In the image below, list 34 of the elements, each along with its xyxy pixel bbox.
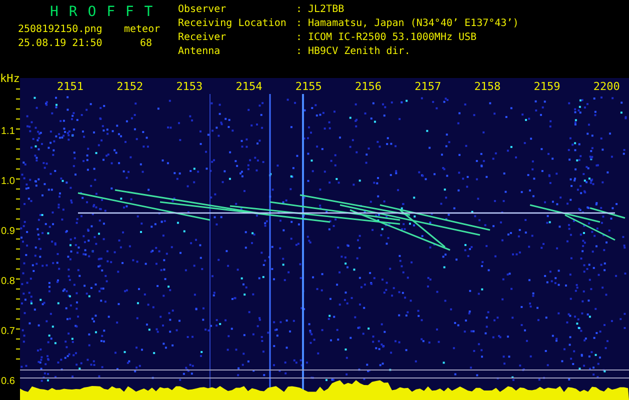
x-axis-label: 2153 <box>176 80 203 93</box>
x-axis-label: 2155 <box>295 80 322 93</box>
timestamp: 25.08.19 21:50 <box>18 38 104 50</box>
x-axis-label: 2157 <box>414 80 442 93</box>
info-separator: : <box>296 46 304 59</box>
info-label: Receiver <box>178 32 228 45</box>
info-label: Antenna <box>178 46 222 59</box>
info-separator: : <box>296 4 304 17</box>
app-title: H R O F F T <box>49 3 155 22</box>
y-axis-label: 1.0 <box>1 176 15 187</box>
info-separator: : <box>296 18 304 31</box>
info-label: Receiving Location <box>178 18 288 31</box>
y-axis-label: 0.6 <box>1 376 15 387</box>
info-separator: : <box>296 32 304 45</box>
x-axis-label: 2154 <box>236 80 262 93</box>
y-axis-label: 0.7 <box>1 326 15 337</box>
y-axis-unit: kHz <box>0 72 20 85</box>
meteor-label: meteor <box>124 24 162 36</box>
x-axis-label: 2158 <box>474 80 501 93</box>
x-axis-label: 2156 <box>355 80 382 93</box>
x-axis-label: 2200 <box>593 80 620 93</box>
meteor-count: 68 <box>139 38 154 50</box>
info-value: ICOM IC-R2500 53.1000MHz USB <box>308 32 478 45</box>
info-value: JL2TBB <box>308 4 346 17</box>
info-label: Observer <box>178 4 228 17</box>
x-axis-label: 2151 <box>57 80 84 93</box>
y-axis-label: 1.1 <box>1 126 15 137</box>
info-value: Hamamatsu, Japan (N34°40’ E137°43’) <box>308 18 519 31</box>
file-name: 2508192150.png <box>18 24 104 36</box>
y-axis-label: 0.9 <box>1 226 15 237</box>
info-value: HB9CV Zenith dir. <box>308 46 412 59</box>
y-axis-label: 0.8 <box>1 276 15 287</box>
x-axis-label: 2159 <box>534 80 560 93</box>
x-axis-label: 2152 <box>116 80 144 93</box>
